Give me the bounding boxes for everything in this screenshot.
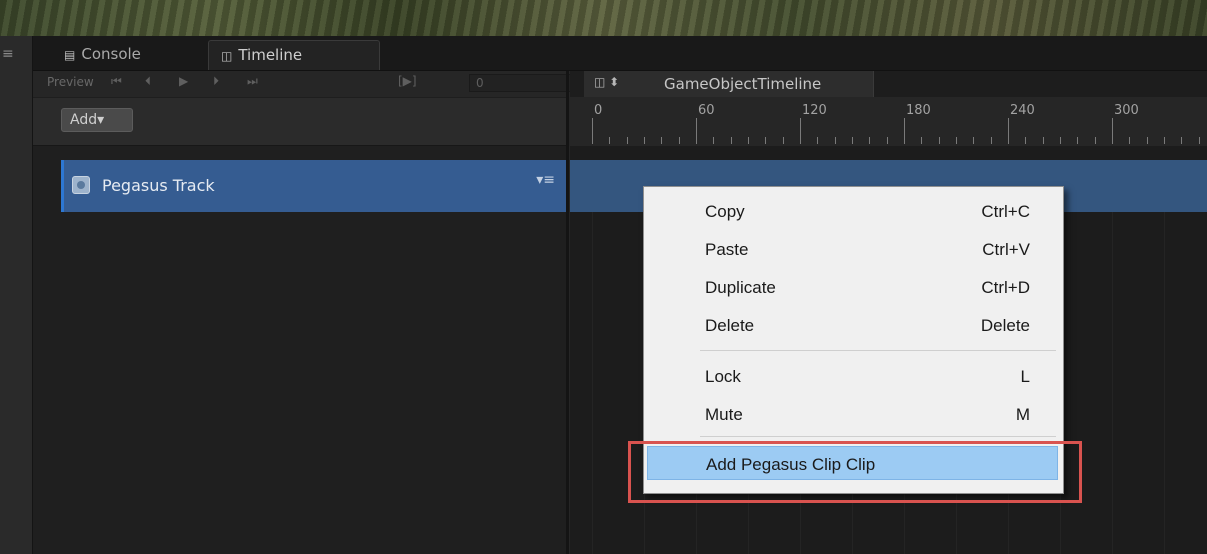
tab-console[interactable]: ▤ Console	[52, 40, 202, 70]
ruler-label: 120	[802, 103, 827, 118]
ruler-tick	[956, 137, 957, 144]
ruler-label: 60	[698, 103, 715, 118]
ruler-tick	[696, 118, 697, 144]
menu-item-label: Mute	[705, 405, 743, 424]
go-to-end-icon[interactable]: ⏭	[247, 74, 258, 89]
tab-timeline-label: Timeline	[238, 46, 303, 64]
previous-frame-icon[interactable]: ⏴	[145, 74, 151, 89]
timeline-icon: ◫	[221, 49, 233, 63]
ruler-tick	[886, 137, 888, 144]
ruler-label: 0	[594, 103, 603, 118]
ruler-tick	[730, 137, 732, 144]
tab-console-label: Console	[81, 45, 141, 63]
timeline-left-header: Preview ⏮ ⏴ ▶ ⏵ ⏭ [▶] 0 Add▾	[33, 71, 597, 146]
menu-item-mute[interactable]: Mute M	[647, 397, 1058, 431]
ruler-tick	[748, 137, 749, 144]
left-dock-edge: ≡	[0, 36, 33, 554]
track-header-pegasus[interactable]: Pegasus Track ▾≡	[61, 160, 567, 212]
ruler-tick	[1077, 137, 1079, 144]
preview-toggle[interactable]: Preview	[47, 75, 94, 89]
menu-item-shortcut: Ctrl+D	[981, 278, 1030, 297]
ruler-tick	[1198, 137, 1200, 144]
go-to-start-icon[interactable]: ⏮	[111, 74, 122, 89]
timeline-selector-icon[interactable]: ◫ ⬍	[594, 75, 619, 89]
menu-item-shortcut: M	[1015, 405, 1030, 424]
menu-item-label: Copy	[705, 202, 745, 221]
tab-timeline[interactable]: ◫ Timeline	[208, 40, 380, 70]
scene-view-strip	[0, 0, 1207, 36]
annotation-highlight-box	[628, 441, 1082, 503]
ruler-tick	[765, 137, 767, 144]
ruler-tick	[678, 137, 680, 144]
ruler-tick	[869, 137, 871, 144]
timeline-asset-name: GameObjectTimeline	[664, 75, 822, 93]
menu-item-copy[interactable]: Copy Ctrl+C	[647, 194, 1058, 228]
ruler-tick	[626, 137, 628, 144]
ruler-tick	[609, 137, 611, 144]
ruler-tick	[852, 137, 853, 144]
play-icon[interactable]: ▶	[179, 74, 188, 88]
ruler-tick	[990, 137, 992, 144]
ruler-tick	[938, 137, 940, 144]
timeline-asset-header: ◫ ⬍ GameObjectTimeline	[570, 71, 1207, 97]
menu-item-label: Lock	[705, 367, 741, 386]
menu-item-shortcut: Ctrl+C	[981, 202, 1030, 221]
menu-item-delete[interactable]: Delete Delete	[647, 308, 1058, 342]
menu-item-shortcut: Ctrl+V	[982, 240, 1030, 259]
menu-item-duplicate[interactable]: Duplicate Ctrl+D	[647, 270, 1058, 304]
ruler-label: 300	[1114, 103, 1139, 118]
play-range-icon[interactable]: [▶]	[398, 74, 417, 88]
ruler-tick	[800, 118, 801, 144]
menu-item-paste[interactable]: Paste Ctrl+V	[647, 232, 1058, 266]
ruler-label: 180	[906, 103, 931, 118]
menu-item-label: Duplicate	[705, 278, 776, 297]
add-track-button[interactable]: Add▾	[61, 108, 133, 132]
ruler-tick	[834, 137, 836, 144]
ruler-tick	[1042, 137, 1044, 144]
ruler-tick	[1112, 118, 1113, 144]
menu-item-shortcut: L	[1020, 367, 1030, 386]
ruler-tick	[973, 137, 975, 144]
menu-item-shortcut: Delete	[980, 316, 1030, 335]
editor-tab-bar: ▤ Console ◫ Timeline	[0, 36, 1207, 71]
ruler-tick	[713, 137, 715, 144]
ruler-tick	[921, 137, 923, 144]
ruler-label: 240	[1010, 103, 1035, 118]
ruler-tick	[1146, 137, 1148, 144]
ruler-tick	[1008, 118, 1009, 144]
ruler-tick	[1129, 137, 1131, 144]
ruler-tick	[1094, 137, 1096, 144]
ruler-tick	[644, 137, 645, 144]
track-list: Pegasus Track ▾≡	[33, 146, 567, 554]
menu-separator	[700, 436, 1056, 437]
track-type-icon	[72, 176, 90, 194]
menu-item-label: Paste	[705, 240, 749, 259]
ruler-tick	[592, 118, 593, 144]
ruler-tick	[1164, 137, 1165, 144]
ruler-tick	[817, 137, 819, 144]
menu-separator	[700, 350, 1056, 351]
time-gridline	[1112, 212, 1113, 554]
next-frame-icon[interactable]: ⏵	[213, 74, 219, 89]
time-gridline	[1164, 212, 1165, 554]
ruler-tick	[904, 118, 905, 144]
preview-controls-row: Preview ⏮ ⏴ ▶ ⏵ ⏭ [▶] 0	[33, 71, 597, 98]
ruler-tick	[1025, 137, 1027, 144]
panel-divider[interactable]	[566, 71, 569, 554]
window-menu-icon[interactable]: ≡	[2, 46, 14, 62]
console-icon: ▤	[64, 48, 76, 62]
menu-item-lock[interactable]: Lock L	[647, 359, 1058, 393]
ruler-tick	[782, 137, 784, 144]
track-name-label: Pegasus Track	[102, 176, 215, 195]
time-ruler[interactable]: 0 60 120 180 240 300	[570, 97, 1207, 147]
ruler-tick	[661, 137, 663, 144]
menu-item-label: Delete	[705, 316, 755, 335]
time-gridline	[592, 212, 593, 554]
ruler-tick	[1060, 137, 1061, 144]
timeline-asset-tab[interactable]: ◫ ⬍ GameObjectTimeline	[584, 71, 874, 97]
track-options-icon[interactable]: ▾≡	[536, 172, 555, 188]
ruler-tick	[1181, 137, 1183, 144]
